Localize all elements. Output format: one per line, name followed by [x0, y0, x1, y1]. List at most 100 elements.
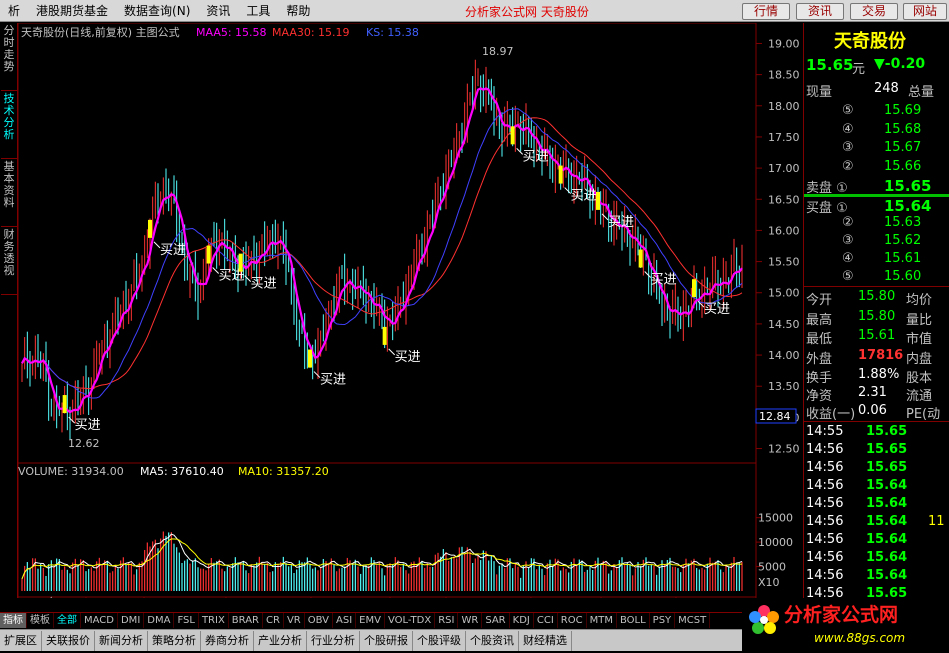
- date-tick-label: 3: [448, 596, 455, 598]
- menu-item-hk-futures[interactable]: 港股期货基金: [28, 2, 116, 19]
- tick-row: 14:56 15.65: [804, 460, 949, 478]
- price-tick-label: 14.00: [768, 349, 800, 362]
- indicator-tab[interactable]: BOLL: [617, 613, 650, 628]
- tick-row: 14:56 15.64: [804, 496, 949, 514]
- extension-tab[interactable]: 策略分析: [148, 630, 201, 651]
- indicator-tab[interactable]: CR: [263, 613, 284, 628]
- indicator-tab[interactable]: 模板: [27, 613, 54, 628]
- indicator-tab[interactable]: MTM: [587, 613, 617, 628]
- extension-tab[interactable]: 扩展区: [0, 630, 42, 651]
- date-tick-label: 2010年: [20, 595, 59, 598]
- extension-tab[interactable]: 产业分析: [254, 630, 307, 651]
- extension-tab[interactable]: 个股评级: [413, 630, 466, 651]
- bid-price: 15.62: [884, 233, 922, 248]
- ask-price: 15.66: [884, 158, 922, 174]
- ask-price: 15.65: [884, 177, 932, 195]
- tab-technical[interactable]: 技术分析: [1, 91, 17, 159]
- ask-level-label: ③: [842, 140, 854, 155]
- indicator-tab[interactable]: PSY: [650, 613, 676, 628]
- date-tick-label: 6: [678, 596, 685, 598]
- last-price: 15.65: [806, 56, 854, 74]
- price-tick-label: 19.00: [768, 37, 800, 50]
- indicator-tab[interactable]: WR: [458, 613, 483, 628]
- indicator-tab[interactable]: VOL-TDX: [385, 613, 436, 628]
- bid-price: 15.64: [884, 197, 932, 215]
- tick-row: 14:56 15.64: [804, 478, 949, 496]
- menu-item-help[interactable]: 帮助: [278, 2, 318, 19]
- indicator-tab[interactable]: FSL: [174, 613, 199, 628]
- extension-tab[interactable]: 财经精选: [519, 630, 572, 651]
- indicator-tab[interactable]: BRAR: [229, 613, 263, 628]
- bid-price: 15.61: [884, 251, 922, 266]
- tick-row: 14:56 15.65: [804, 586, 949, 598]
- buy-signal-label: 买进: [75, 418, 101, 433]
- price-tick-label: 17.50: [768, 131, 800, 144]
- menu-item-xi[interactable]: 析: [0, 2, 28, 19]
- tick-time: 14:56: [806, 586, 844, 598]
- indicator-tab[interactable]: KDJ: [510, 613, 534, 628]
- quote-button[interactable]: 行情: [742, 3, 790, 20]
- extension-tab[interactable]: 券商分析: [201, 630, 254, 651]
- tick-time: 14:55: [806, 424, 844, 439]
- price-tick-label: 15.00: [768, 287, 800, 300]
- date-tick-label: 4: [533, 596, 540, 598]
- indicator-tab[interactable]: RSI: [435, 613, 459, 628]
- indicator-tab[interactable]: 全部: [54, 613, 81, 628]
- window-title: 分析家公式网 天奇股份: [465, 5, 589, 19]
- extension-tab[interactable]: 行业分析: [307, 630, 360, 651]
- tab-financial[interactable]: 财务透视: [1, 227, 17, 295]
- tab-intraday[interactable]: 分时走势: [1, 23, 17, 91]
- stat-label: 外盘: [806, 351, 833, 367]
- bid-row: ⑤ 15.60: [804, 269, 949, 287]
- indicator-tab[interactable]: TRIX: [199, 613, 229, 628]
- indicator-tab[interactable]: MCST: [675, 613, 711, 628]
- extension-tab-strip: 扩展区 关联报价 新闻分析 策略分析 券商分析 产业分析 行业分析 个股研报 个股评级 个股资讯财…: [0, 629, 803, 651]
- extension-tab[interactable]: 新闻分析: [95, 630, 148, 651]
- buy-signal-label: 买进: [523, 149, 549, 164]
- tick-price: 15.65: [866, 586, 908, 598]
- indicator-tab[interactable]: EMV: [356, 613, 385, 628]
- buy-signal-bar: [238, 253, 243, 272]
- tick-price: 15.64: [866, 568, 908, 583]
- indicator-tab[interactable]: 指标: [0, 613, 27, 628]
- kline-chart[interactable]: 买进 买进 买进 买进 买进 买进 买进 买进 买进 买进 买进 19.00 18.50 18.00 17…: [18, 23, 803, 598]
- indicator-tab[interactable]: CCI: [534, 613, 558, 628]
- indicator-tab[interactable]: DMI: [118, 613, 145, 628]
- stat-label: 净资: [806, 389, 833, 404]
- indicator-tab[interactable]: ROC: [558, 613, 587, 628]
- menu-item-tools[interactable]: 工具: [238, 2, 278, 19]
- stat-row: 收益(一) 0.06 PE(动: [804, 403, 949, 422]
- indicator-tab[interactable]: DMA: [144, 613, 175, 628]
- maa30-label: MAA30: 15.19: [272, 26, 350, 39]
- indicator-tab[interactable]: SAR: [482, 613, 510, 628]
- tick-time: 14:56: [806, 514, 844, 529]
- trade-button[interactable]: 交易: [850, 3, 898, 20]
- extension-tab[interactable]: 关联报价: [42, 630, 95, 651]
- ask-price: 15.69: [884, 103, 922, 118]
- tick-price: 15.65: [866, 424, 908, 439]
- date-tick-label: 2: [392, 596, 399, 598]
- indicator-tab[interactable]: MACD: [81, 613, 118, 628]
- stock-name: 天奇股份: [834, 31, 906, 52]
- tab-basic-info[interactable]: 基本资料: [1, 159, 17, 227]
- indicator-tab[interactable]: OBV: [305, 613, 333, 628]
- volume-tick-label: 5000: [758, 561, 786, 574]
- ask-row: ② 15.66: [804, 159, 949, 177]
- indicator-tab[interactable]: ASI: [333, 613, 357, 628]
- quote-panel: 天奇股份 15.65 元 ▼-0.20 现量 248 总量 ⑤ 15.69 ④ 15.…: [803, 23, 949, 598]
- menu-item-news[interactable]: 资讯: [198, 2, 238, 19]
- maa5-label: MAA5: 15.58: [196, 26, 267, 39]
- website-button[interactable]: 网站: [903, 3, 947, 20]
- stat-label: 换手: [806, 371, 833, 386]
- menu-item-data-query[interactable]: 数据查询(N): [116, 2, 198, 19]
- stat-value: 15.80: [858, 289, 896, 304]
- buy-signal-label: 买进: [704, 302, 730, 317]
- extension-tab[interactable]: 个股资讯: [466, 630, 519, 651]
- news-button[interactable]: 资讯: [796, 3, 844, 20]
- ask-row: 卖盘 ① 15.65: [804, 177, 949, 196]
- buy-signal-bar: [62, 395, 67, 414]
- indicator-tab[interactable]: VR: [284, 613, 305, 628]
- tick-time: 14:56: [806, 442, 844, 457]
- extension-tab[interactable]: 个股研报: [360, 630, 413, 651]
- price-tick-label: 16.50: [768, 193, 800, 206]
